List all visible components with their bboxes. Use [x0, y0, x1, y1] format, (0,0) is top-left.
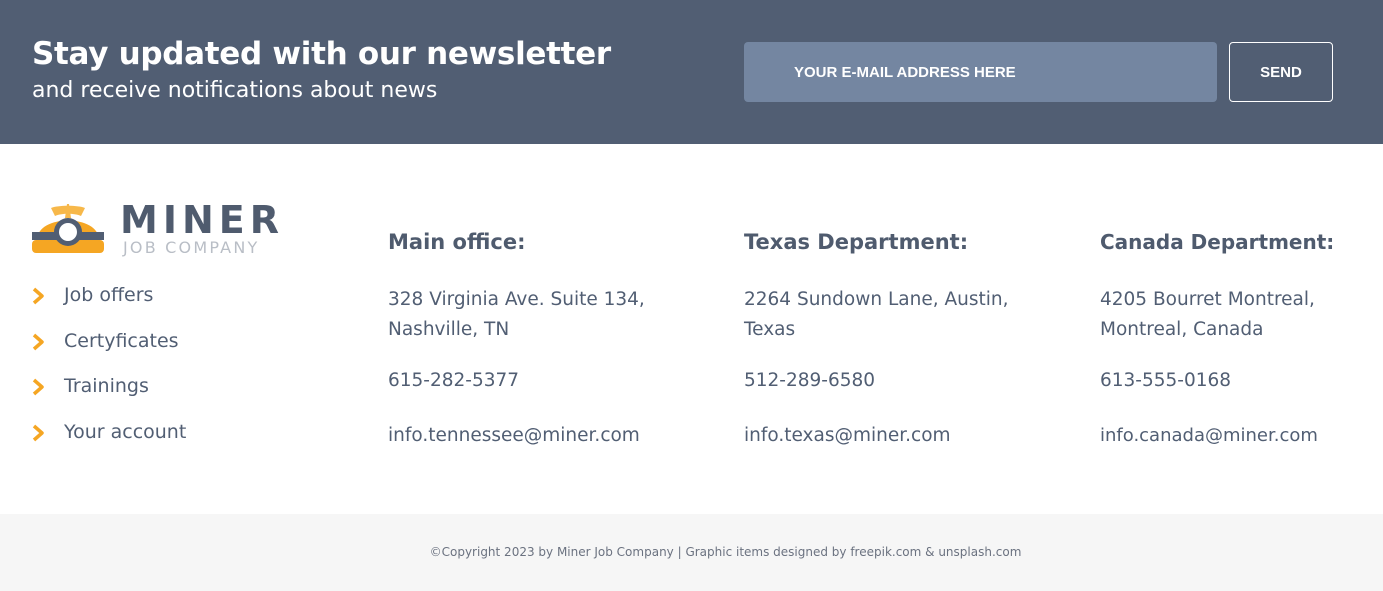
- nav-item-label[interactable]: Trainings: [64, 375, 149, 397]
- newsletter-subtitle: and receive notifications about news: [32, 78, 438, 103]
- office-title: Main office:: [388, 230, 526, 254]
- chevron-right-icon: [32, 333, 44, 350]
- office-email-link[interactable]: info.texas@miner.com: [744, 425, 951, 446]
- office-title: Texas Department:: [744, 230, 969, 254]
- address-line: 2264 Sundown Lane, Austin,: [744, 289, 1009, 310]
- address-line: Nashville, TN: [388, 319, 510, 340]
- email-input[interactable]: [744, 42, 1217, 102]
- nav-item-label[interactable]: Job offers: [64, 284, 153, 306]
- footer-bar: ©Copyright 2023 by Miner Job Company | G…: [0, 514, 1383, 591]
- office-canada: Canada Department: 4205 Bourret Montreal…: [1100, 230, 1380, 446]
- office-phone: 512-289-6580: [744, 370, 876, 391]
- send-button[interactable]: SEND: [1229, 42, 1333, 102]
- office-phone: 615-282-5377: [388, 370, 520, 391]
- chevron-right-icon: [32, 424, 44, 441]
- logo-name: MINER: [120, 198, 284, 242]
- chevron-right-icon: [32, 378, 44, 396]
- office-address: 4205 Bourret Montreal, Montreal, Canada: [1100, 285, 1315, 345]
- address-line: Texas: [744, 319, 796, 340]
- nav-item-label[interactable]: Certyficates: [64, 330, 179, 352]
- copyright-text: ©Copyright 2023 by Miner Job Company | G…: [429, 545, 1022, 559]
- newsletter-title: Stay updated with our newsletter: [32, 36, 611, 72]
- address-line: 4205 Bourret Montreal,: [1100, 289, 1315, 310]
- office-email-link[interactable]: info.canada@miner.com: [1100, 425, 1318, 446]
- chevron-right-icon: [32, 287, 44, 305]
- office-phone: 613-555-0168: [1100, 370, 1232, 391]
- office-texas: Texas Department: 2264 Sundown Lane, Aus…: [744, 230, 1084, 446]
- office-address: 2264 Sundown Lane, Austin, Texas: [744, 285, 1008, 345]
- office-address: 328 Virginia Ave. Suite 134, Nashville, …: [388, 285, 645, 345]
- address-line: 328 Virginia Ave. Suite 134,: [388, 289, 645, 310]
- office-email-link[interactable]: info.tennessee@miner.com: [388, 425, 640, 446]
- office-title: Canada Department:: [1100, 230, 1335, 254]
- office-main: Main office: 328 Virginia Ave. Suite 134…: [388, 230, 728, 446]
- logo-tagline: JOB COMPANY: [123, 238, 260, 257]
- newsletter-section: Stay updated with our newsletter and rec…: [0, 0, 1383, 144]
- miner-helmet-icon: [32, 204, 104, 253]
- nav-item-label[interactable]: Your account: [64, 421, 186, 443]
- company-logo[interactable]: MINER JOB COMPANY: [31, 200, 286, 260]
- address-line: Montreal, Canada: [1100, 319, 1264, 340]
